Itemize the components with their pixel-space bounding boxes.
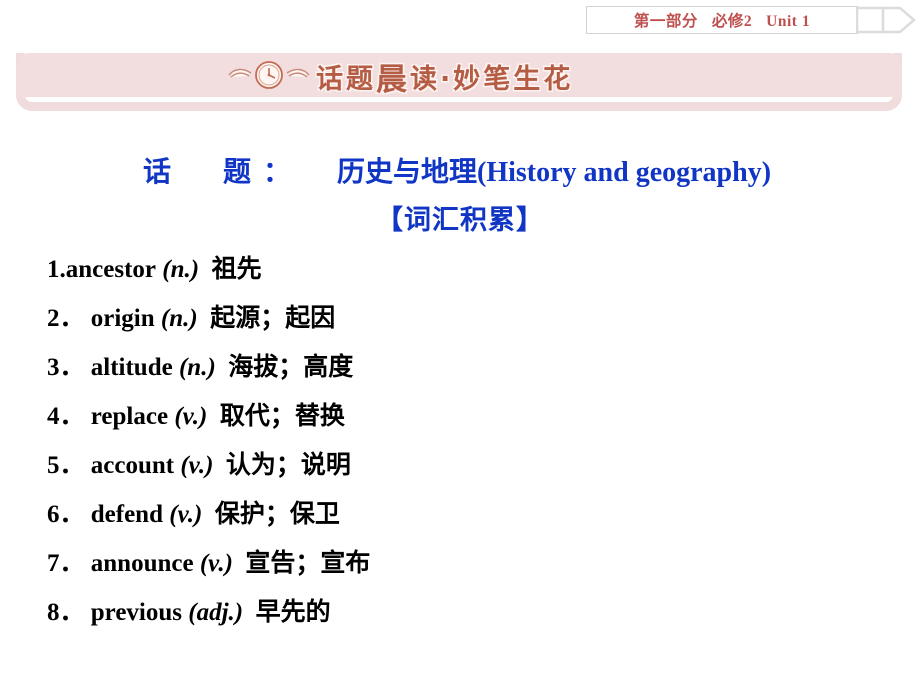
vocabulary-subtitle: 【词汇积累】 (376, 205, 544, 235)
item-meaning: 早先的 (255, 599, 331, 626)
item-number: 5． (47, 452, 85, 479)
item-meaning: 取代；替换 (219, 403, 345, 430)
banner-title-emphasis: 晨 (376, 61, 410, 98)
item-number: 4． (47, 403, 85, 430)
item-pos: (n.) (160, 305, 198, 332)
page-header: 第一部分 必修2 Unit 1 (0, 0, 920, 42)
item-word: replace (90, 403, 169, 430)
item-number: 8． (47, 599, 85, 626)
item-word: previous (90, 599, 182, 626)
item-number: 1. (47, 256, 66, 283)
item-meaning: 海拔；高度 (228, 354, 354, 381)
double-chevron-right-icon (855, 4, 918, 36)
header-title: 第一部分 必修2 Unit 1 (634, 9, 810, 31)
list-item: 3． altitude (n.) 海拔；高度 (47, 343, 897, 392)
item-meaning: 起源；起因 (210, 305, 336, 332)
section-banner: 话题晨读·妙 笔生花 (16, 53, 902, 98)
banner-title-prefix: 话题 (316, 63, 376, 95)
topic-label: 话 题： (143, 157, 304, 188)
item-pos: (n.) (162, 256, 200, 283)
winged-clock-icon (221, 57, 317, 93)
item-pos: (n.) (178, 354, 216, 381)
item-pos: (v.) (180, 452, 214, 479)
list-item: 1.ancestor (n.) 祖先 (47, 245, 897, 294)
list-item: 7． announce (v.) 宣告；宣布 (47, 539, 897, 588)
item-word: defend (90, 501, 163, 528)
header-part-label: 第一部分 (633, 13, 698, 30)
item-word: account (90, 452, 175, 479)
item-meaning: 认为；说明 (225, 452, 351, 479)
list-item: 8． previous (adj.) 早先的 (47, 588, 897, 637)
item-word: announce (90, 550, 194, 577)
topic-value: 历史与地理(History and geography) (337, 157, 772, 188)
item-word: altitude (90, 354, 173, 381)
item-meaning: 保护；保卫 (214, 501, 340, 528)
topic-line: 话 题： 历史与地理(History and geography) (143, 150, 771, 190)
item-pos: (v.) (174, 403, 208, 430)
item-number: 3． (47, 354, 85, 381)
item-number: 7． (47, 550, 85, 577)
header-title-band: 第一部分 必修2 Unit 1 (586, 6, 858, 34)
header-book-label: 必修2 (711, 13, 753, 30)
item-meaning: 祖先 (211, 256, 262, 283)
list-item: 6． defend (v.) 保护；保卫 (47, 490, 897, 539)
banner-title-suffix: 笔生花 (483, 63, 574, 95)
item-word: ancestor (65, 256, 156, 283)
banner-title: 话题晨读·妙 笔生花 (316, 57, 574, 98)
list-item: 2． origin (n.) 起源；起因 (47, 294, 897, 343)
item-pos: (v.) (169, 501, 203, 528)
item-meaning: 宣告；宣布 (245, 550, 371, 577)
banner-inner: 话题晨读·妙 笔生花 (16, 53, 902, 98)
item-number: 6． (47, 501, 85, 528)
item-pos: (v.) (199, 550, 233, 577)
list-item: 4． replace (v.) 取代；替换 (47, 392, 897, 441)
item-pos: (adj.) (188, 599, 244, 626)
banner-title-middle: 读·妙 (410, 63, 484, 95)
list-item: 5． account (v.) 认为；说明 (47, 441, 897, 490)
vocabulary-list: 1.ancestor (n.) 祖先 2． origin (n.) 起源；起因 … (47, 245, 897, 637)
item-number: 2． (47, 305, 85, 332)
header-unit-label: Unit 1 (766, 13, 811, 30)
item-word: origin (90, 305, 155, 332)
